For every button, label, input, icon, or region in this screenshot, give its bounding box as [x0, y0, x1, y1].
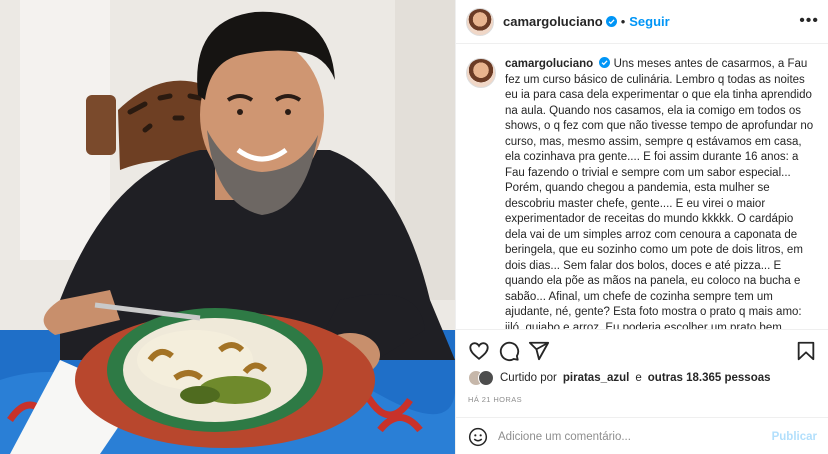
liked-by-prefix: Curtido por — [500, 372, 557, 384]
liked-by: Curtido por piratas_azul e outras 18.365… — [468, 370, 771, 386]
comment-icon[interactable] — [498, 340, 520, 362]
header-separator: • — [620, 14, 626, 29]
post-photo[interactable] — [0, 0, 455, 454]
caption-section[interactable]: camargoluciano Uns meses antes de casarm… — [456, 45, 828, 329]
emoji-icon[interactable] — [468, 427, 488, 447]
publish-button[interactable]: Publicar — [772, 431, 817, 443]
actions-section: Curtido por piratas_azul e outras 18.365… — [456, 329, 828, 454]
post-header: camargoluciano • Seguir ••• — [456, 0, 828, 44]
liker-avatar[interactable] — [478, 370, 494, 386]
verified-icon — [605, 16, 617, 27]
liked-by-others[interactable]: outras 18.365 pessoas — [648, 372, 771, 384]
follow-button[interactable]: Seguir — [629, 14, 669, 29]
share-icon[interactable] — [528, 340, 550, 362]
more-icon[interactable]: ••• — [799, 13, 819, 29]
caption-author-avatar[interactable] — [466, 58, 496, 88]
caption: camargoluciano Uns meses antes de casarm… — [505, 57, 815, 329]
liked-by-connector: e — [635, 372, 642, 384]
comment-composer: Publicar — [456, 417, 828, 454]
heart-icon[interactable] — [468, 340, 490, 362]
liked-by-user[interactable]: piratas_azul — [563, 372, 629, 384]
comment-input[interactable] — [498, 430, 753, 443]
author-avatar[interactable] — [466, 7, 494, 36]
action-bar — [468, 340, 817, 364]
post-side-panel: camargoluciano • Seguir ••• camargolucia… — [455, 0, 828, 454]
caption-text: Uns meses antes de casarmos, a Fau fez u… — [505, 58, 814, 329]
bookmark-icon[interactable] — [795, 340, 817, 362]
caption-author-username[interactable]: camargoluciano — [505, 58, 593, 70]
post-timestamp[interactable]: HÁ 21 HORAS — [468, 395, 522, 404]
author-username[interactable]: camargoluciano — [503, 14, 603, 29]
verified-icon — [599, 57, 611, 68]
